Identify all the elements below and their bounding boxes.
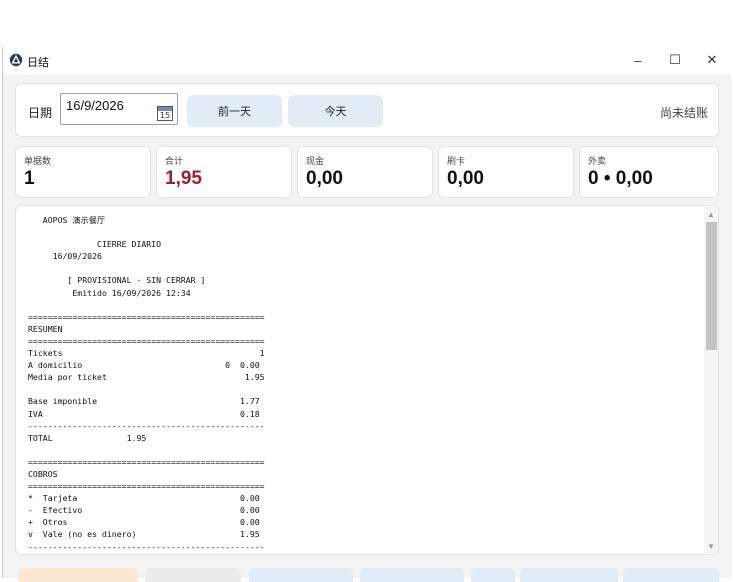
- date-label: 日期: [28, 106, 53, 120]
- closing-status: 尚未结账: [659, 106, 708, 120]
- window-title: 日结: [27, 57, 49, 69]
- bottom-action-button[interactable]: [18, 568, 138, 582]
- report-text: AOPOS 演示餐厅 CIERRE DIARIO 16/09/2026 [ PR…: [28, 215, 265, 552]
- stat-card-total: 合计 1,95: [156, 146, 292, 198]
- today-button[interactable]: 今天: [288, 95, 383, 127]
- stat-label: 现金: [306, 156, 325, 166]
- stat-value: 0,00: [306, 168, 343, 189]
- minimize-button[interactable]: –: [623, 50, 653, 70]
- stat-card-cash: 现金 0,00: [297, 146, 433, 198]
- stat-label: 外卖: [588, 156, 607, 166]
- stat-card-card-payments: 刷卡 0,00: [438, 146, 574, 198]
- scroll-up-icon[interactable]: ▲: [704, 207, 718, 221]
- date-toolbar: 日期 16/9/2026 15 前一天 今天 尚未结账: [15, 83, 719, 137]
- bottom-action-button[interactable]: [520, 568, 618, 582]
- stat-card-tickets: 单据数 1: [15, 146, 151, 198]
- title-bar: 日结 – ☐ ✕: [3, 47, 732, 74]
- close-button[interactable]: ✕: [697, 50, 727, 70]
- scroll-thumb[interactable]: [706, 222, 717, 350]
- previous-day-button[interactable]: 前一天: [187, 95, 282, 127]
- bottom-action-button[interactable]: [623, 568, 719, 582]
- bottom-action-button[interactable]: [360, 568, 464, 582]
- bottom-action-button[interactable]: [471, 568, 515, 582]
- stat-value: 0,00: [447, 168, 484, 189]
- stat-value: 1,95: [165, 168, 202, 189]
- date-picker[interactable]: 16/9/2026 15: [60, 93, 178, 125]
- scroll-down-icon[interactable]: ▼: [704, 539, 718, 553]
- stat-label: 合计: [165, 156, 184, 166]
- stat-value: 1: [24, 168, 35, 189]
- calendar-icon-number: 15: [159, 111, 171, 120]
- bottom-action-button[interactable]: [145, 568, 241, 582]
- stat-card-delivery: 外卖 0 • 0,00: [579, 146, 719, 198]
- stat-label: 刷卡: [447, 156, 466, 166]
- daily-report-panel[interactable]: AOPOS 演示餐厅 CIERRE DIARIO 16/09/2026 [ PR…: [15, 205, 719, 555]
- maximize-button[interactable]: ☐: [660, 50, 690, 70]
- calendar-icon[interactable]: 15: [157, 106, 173, 121]
- stat-value: 0 • 0,00: [588, 168, 653, 189]
- date-value: 16/9/2026: [66, 98, 124, 113]
- stat-label: 单据数: [24, 156, 52, 166]
- app-logo-icon: [9, 53, 23, 67]
- vertical-scrollbar[interactable]: ▲ ▼: [704, 206, 718, 554]
- bottom-action-button[interactable]: [249, 568, 353, 582]
- daily-closing-window: 日结 – ☐ ✕ 日期 16/9/2026 15 前一天 今天 尚未结账 单据数…: [2, 47, 732, 582]
